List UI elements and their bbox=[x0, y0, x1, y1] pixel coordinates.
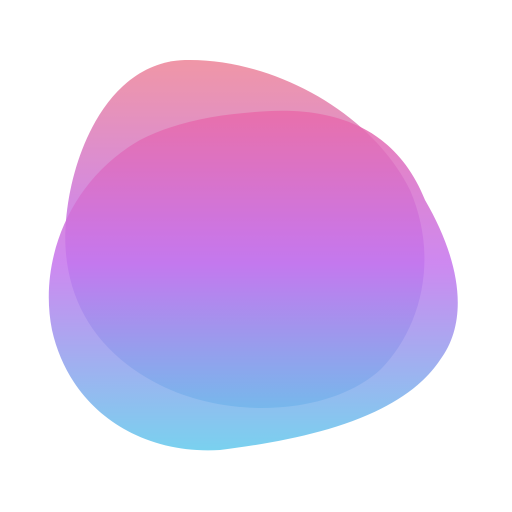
lower-blob-shape bbox=[48, 110, 458, 451]
app-icon-canvas bbox=[0, 0, 512, 512]
gradient-blob-logo-icon bbox=[48, 59, 458, 451]
